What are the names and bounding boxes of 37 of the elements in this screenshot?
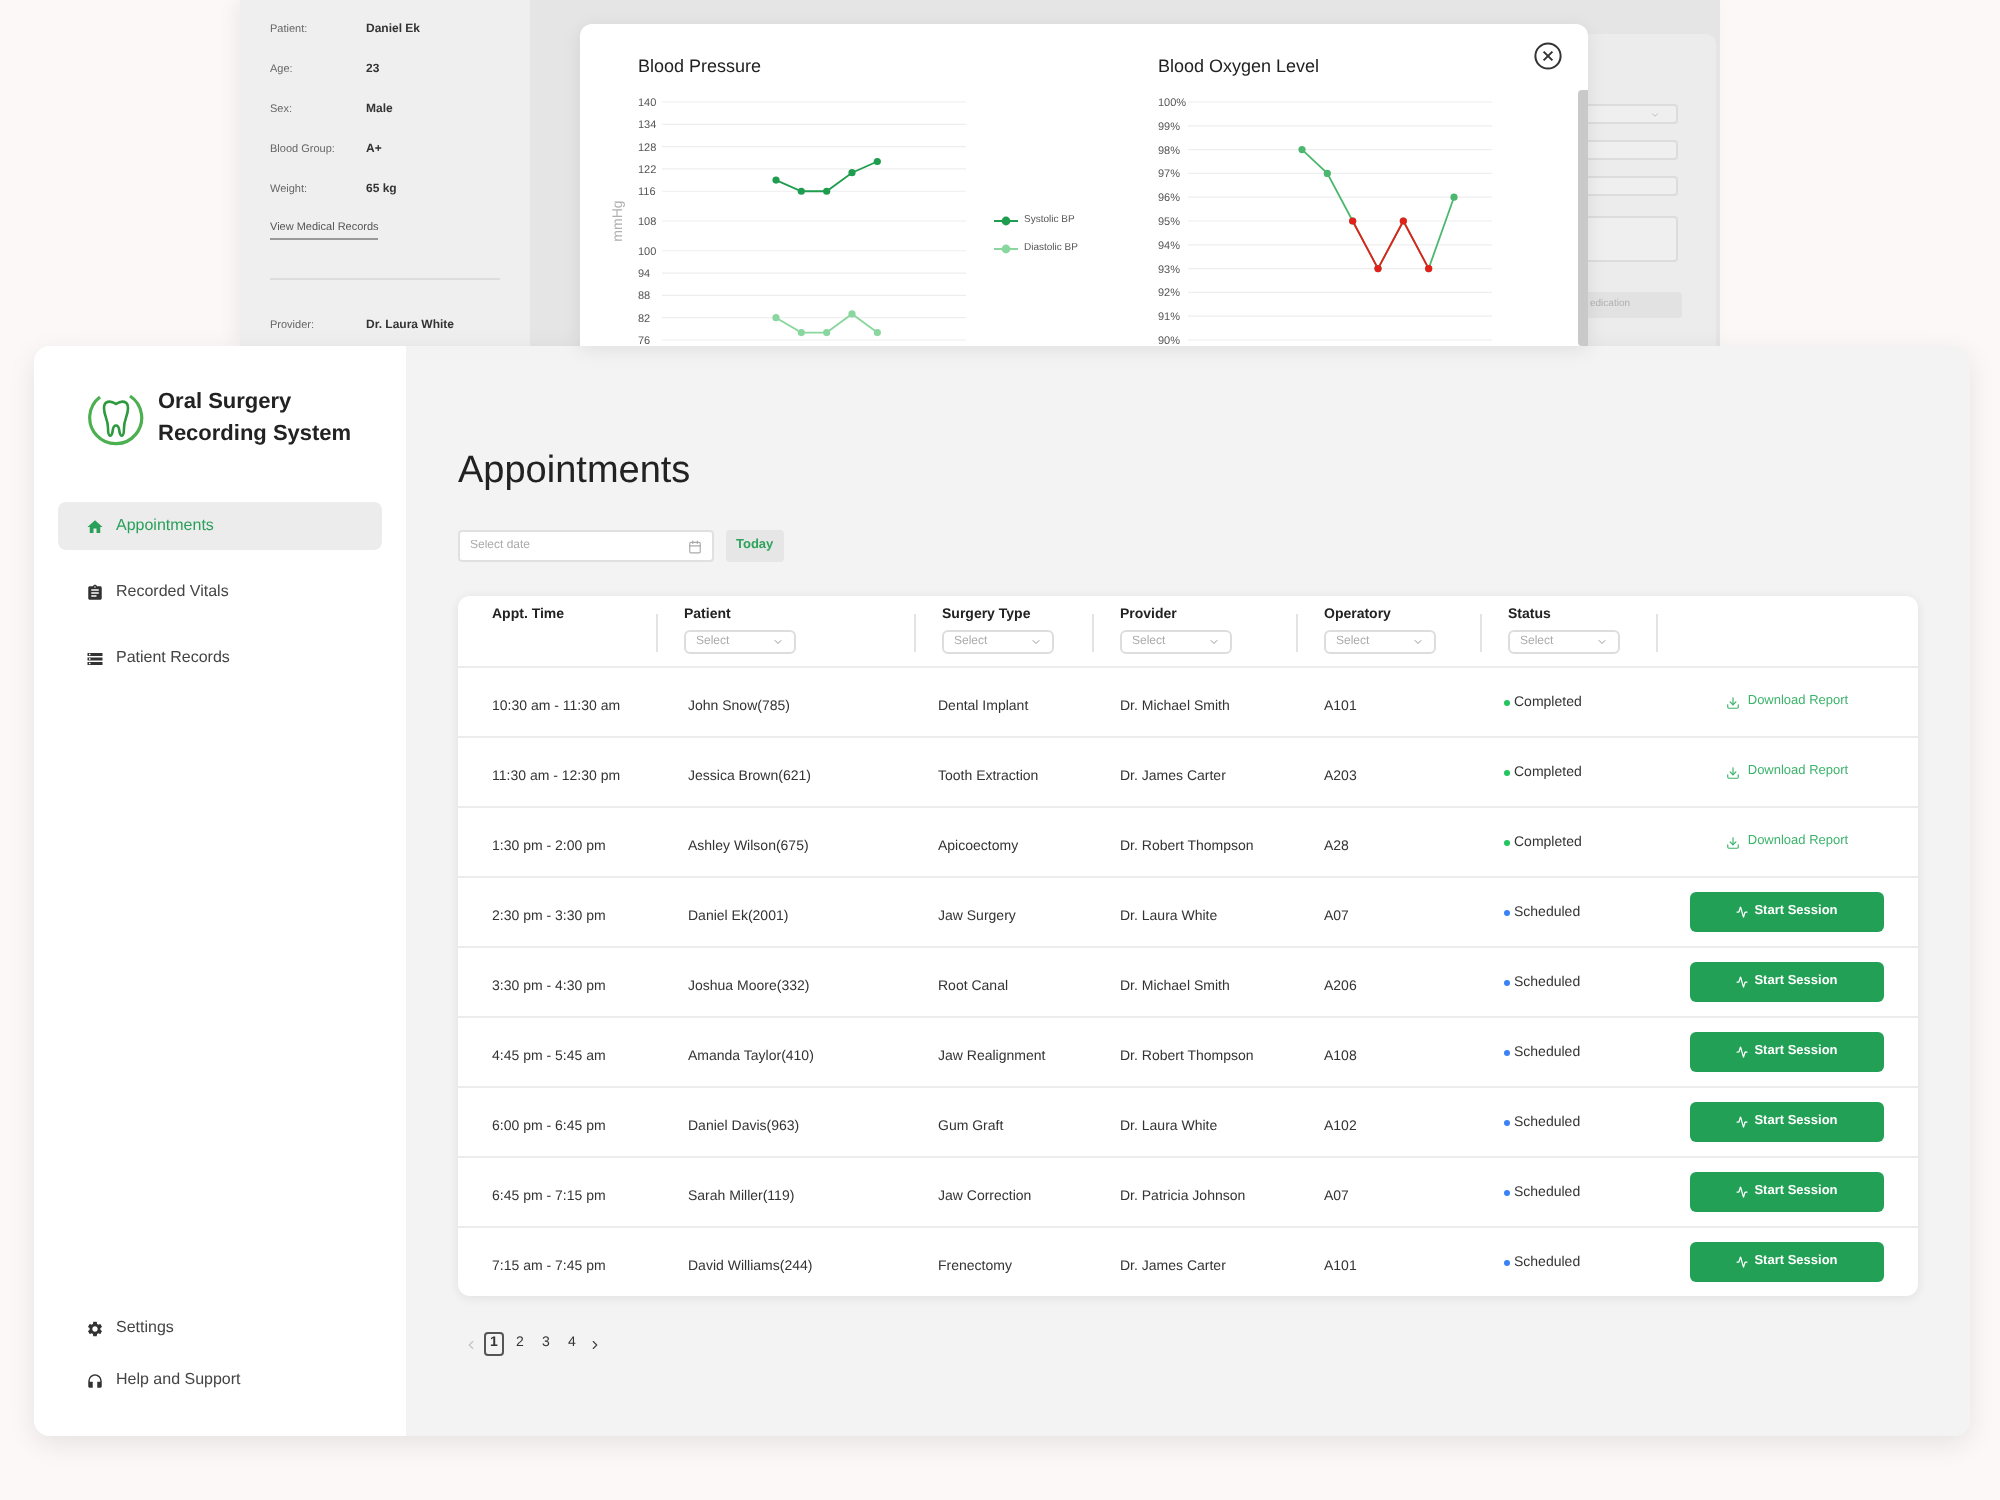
text-area[interactable] (1588, 216, 1678, 262)
pulse-icon (1736, 1046, 1749, 1058)
page-title: Appointments (458, 450, 691, 494)
download-icon (1725, 695, 1740, 709)
download-icon (1725, 765, 1740, 779)
scrollbar[interactable] (1578, 90, 1588, 346)
select-field[interactable] (1588, 104, 1678, 124)
chevron-down-icon (1596, 636, 1608, 648)
pulse-icon (1736, 1186, 1749, 1198)
app-title: Oral Surgery Recording System (158, 388, 354, 450)
download-icon (1725, 835, 1740, 849)
input-field[interactable] (1588, 176, 1678, 196)
pulse-icon (1736, 1116, 1749, 1128)
calendar-icon (688, 539, 702, 553)
settings-icon (86, 1319, 104, 1337)
chevron-down-icon (1650, 109, 1660, 119)
input-field[interactable] (1588, 140, 1678, 160)
chart-title: Blood Oxygen Level (1158, 56, 1320, 78)
pulse-icon (1736, 906, 1749, 918)
nav-item[interactable]: Patient Records (58, 634, 382, 682)
headphones-icon (86, 1371, 104, 1389)
close-icon[interactable] (1534, 42, 1562, 70)
nav-item[interactable]: Appointments (58, 502, 382, 550)
next-page-icon[interactable] (588, 1337, 602, 1351)
chevron-down-icon (772, 636, 784, 648)
pulse-icon (1736, 976, 1749, 988)
nav-item[interactable]: Help and Support (58, 1356, 382, 1404)
server-icon (86, 649, 104, 667)
pulse-icon (1736, 1256, 1749, 1268)
chevron-down-icon (1030, 636, 1042, 648)
chevron-down-icon (1412, 636, 1424, 648)
chevron-down-icon (1208, 636, 1220, 648)
home-icon (86, 517, 104, 535)
nav-item[interactable]: Settings (58, 1304, 382, 1352)
clipboard-icon (86, 583, 104, 601)
chart-title: Blood Pressure (638, 56, 762, 78)
nav-item[interactable]: Recorded Vitals (58, 568, 382, 616)
